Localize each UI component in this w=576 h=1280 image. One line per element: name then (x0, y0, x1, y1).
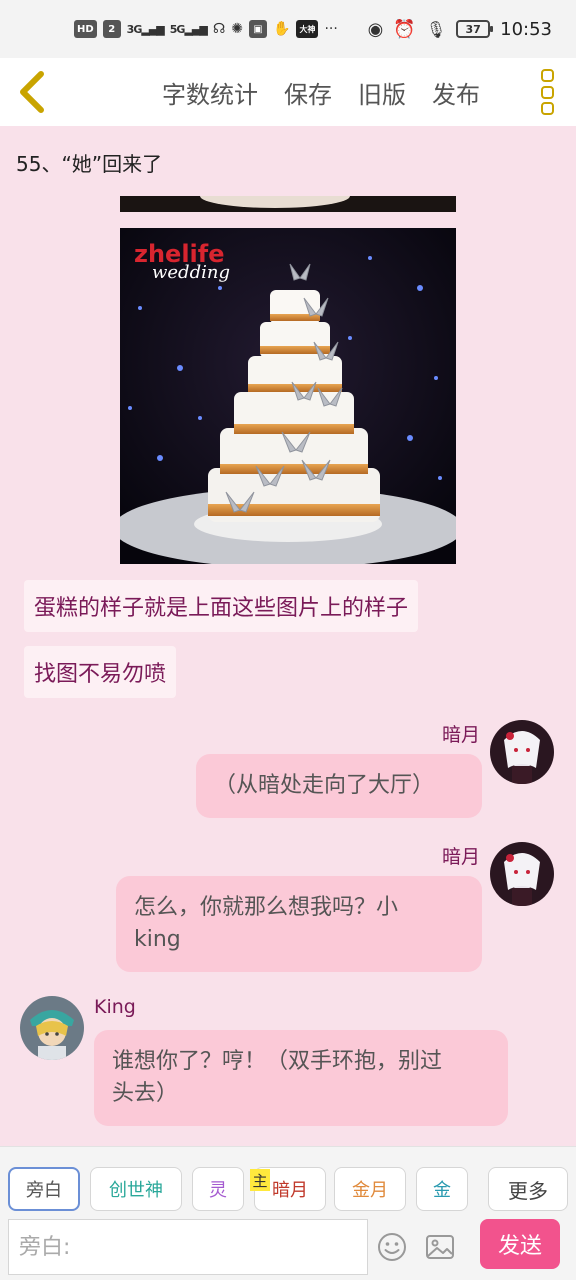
narration-block[interactable]: 找图不易勿喷 (24, 646, 177, 698)
role-label: 暗月 (272, 1180, 308, 1201)
speaker-name: 暗月 (441, 724, 480, 746)
signal-5g-icon: 5G▂▄▆ (169, 22, 208, 36)
role-label: 金 (433, 1180, 451, 1201)
eye-icon: ◉ (367, 18, 384, 40)
chevron-left-icon (20, 71, 44, 113)
role-button-jin[interactable]: 金 (416, 1167, 468, 1211)
message-line: king (134, 927, 181, 952)
cake-image[interactable]: zhelife wedding (120, 228, 456, 564)
status-left: HD 2 3G▂▄▆ 5G▂▄▆ ☊ ✺ ▣ ✋ 大神 ··· (74, 20, 338, 38)
message-input-box[interactable] (8, 1219, 368, 1275)
mic-icon: 🎙 (425, 19, 447, 39)
role-button-narrator[interactable]: 旁白 (8, 1167, 80, 1211)
message-bubble[interactable]: （从暗处走向了大厅） (196, 754, 482, 818)
message-input[interactable] (19, 1234, 367, 1260)
more-roles-button[interactable]: 更多 (488, 1167, 568, 1211)
menu-dot-icon (540, 85, 554, 99)
publish-button[interactable]: 发布 (432, 75, 480, 110)
previous-image-edge[interactable] (120, 196, 456, 212)
image-icon[interactable] (424, 1231, 456, 1263)
avatar-anyue[interactable] (490, 842, 554, 906)
role-label: 金月 (352, 1180, 388, 1201)
alarm-icon: ⏰ (393, 18, 416, 40)
message-line: 谁想你了？哼！（双手环抱，别过 (112, 1049, 443, 1074)
status-bar: HD 2 3G▂▄▆ 5G▂▄▆ ☊ ✺ ▣ ✋ 大神 ··· ◉ ⏰ 🎙 37… (0, 0, 576, 58)
role-button-jinyue[interactable]: 金月 (334, 1167, 406, 1211)
role-selector[interactable]: 旁白 创世神 灵 暗月 金月 金 (8, 1167, 478, 1213)
speaker-name: King (94, 996, 136, 1018)
message-bubble[interactable]: 谁想你了？哼！（双手环抱，别过 头去） (94, 1030, 508, 1126)
avatar-king[interactable] (20, 996, 84, 1060)
role-label: 灵 (209, 1180, 227, 1201)
app-badge: 大神 (296, 20, 319, 38)
status-right: ◉ ⏰ 🎙 37 10:53 (368, 19, 552, 40)
toolbar-actions: 字数统计 保存 旧版 发布 (162, 58, 480, 126)
app-icon: ▣ (249, 20, 267, 38)
role-button-creator-god[interactable]: 创世神 (90, 1167, 182, 1211)
signal-3g-icon: 3G▂▄▆ (126, 22, 165, 36)
role-label: 旁白 (26, 1180, 62, 1201)
owner-tag: 主 (250, 1169, 270, 1191)
composer-bar: 旁白 创世神 灵 暗月 金月 金 主 更多 发送 (0, 1146, 576, 1280)
old-version-button[interactable]: 旧版 (358, 75, 406, 110)
menu-dot-icon (540, 69, 554, 82)
avatar-anyue[interactable] (490, 720, 554, 784)
send-button[interactable]: 发送 (480, 1219, 560, 1269)
editor-toolbar: 字数统计 保存 旧版 发布 (0, 58, 576, 126)
headset-icon: ☊ (212, 21, 226, 37)
more-notifications: ··· (324, 21, 338, 37)
menu-dot-icon (540, 102, 554, 115)
word-count-button[interactable]: 字数统计 (162, 75, 258, 110)
back-button[interactable] (12, 68, 52, 116)
watermark-wedding: wedding (152, 262, 230, 283)
role-label: 创世神 (109, 1180, 163, 1201)
chapter-title: 55、“她”回来了 (16, 152, 163, 176)
sim-indicator: 2 (102, 20, 121, 38)
hand-icon: ✋ (273, 21, 291, 37)
message-line: 怎么，你就那么想我吗？小 (134, 895, 399, 920)
battery-icon: 37 (456, 20, 494, 38)
speaker-name: 暗月 (441, 846, 480, 868)
hd-indicator: HD (74, 20, 97, 38)
story-content[interactable]: 55、“她”回来了 zhelife wedding 蛋糕的样子就是上面这些图片上… (0, 126, 576, 1146)
clock: 10:53 (500, 18, 552, 40)
more-menu-button[interactable] (536, 69, 558, 115)
emoji-icon[interactable] (376, 1231, 408, 1263)
save-button[interactable]: 保存 (284, 75, 332, 110)
message-line: 头去） (112, 1081, 179, 1106)
message-bubble[interactable]: 怎么，你就那么想我吗？小 king (116, 876, 482, 972)
bulb-icon: ✺ (231, 21, 243, 37)
narration-block[interactable]: 蛋糕的样子就是上面这些图片上的样子 (24, 580, 419, 632)
role-button-ling[interactable]: 灵 (192, 1167, 244, 1211)
